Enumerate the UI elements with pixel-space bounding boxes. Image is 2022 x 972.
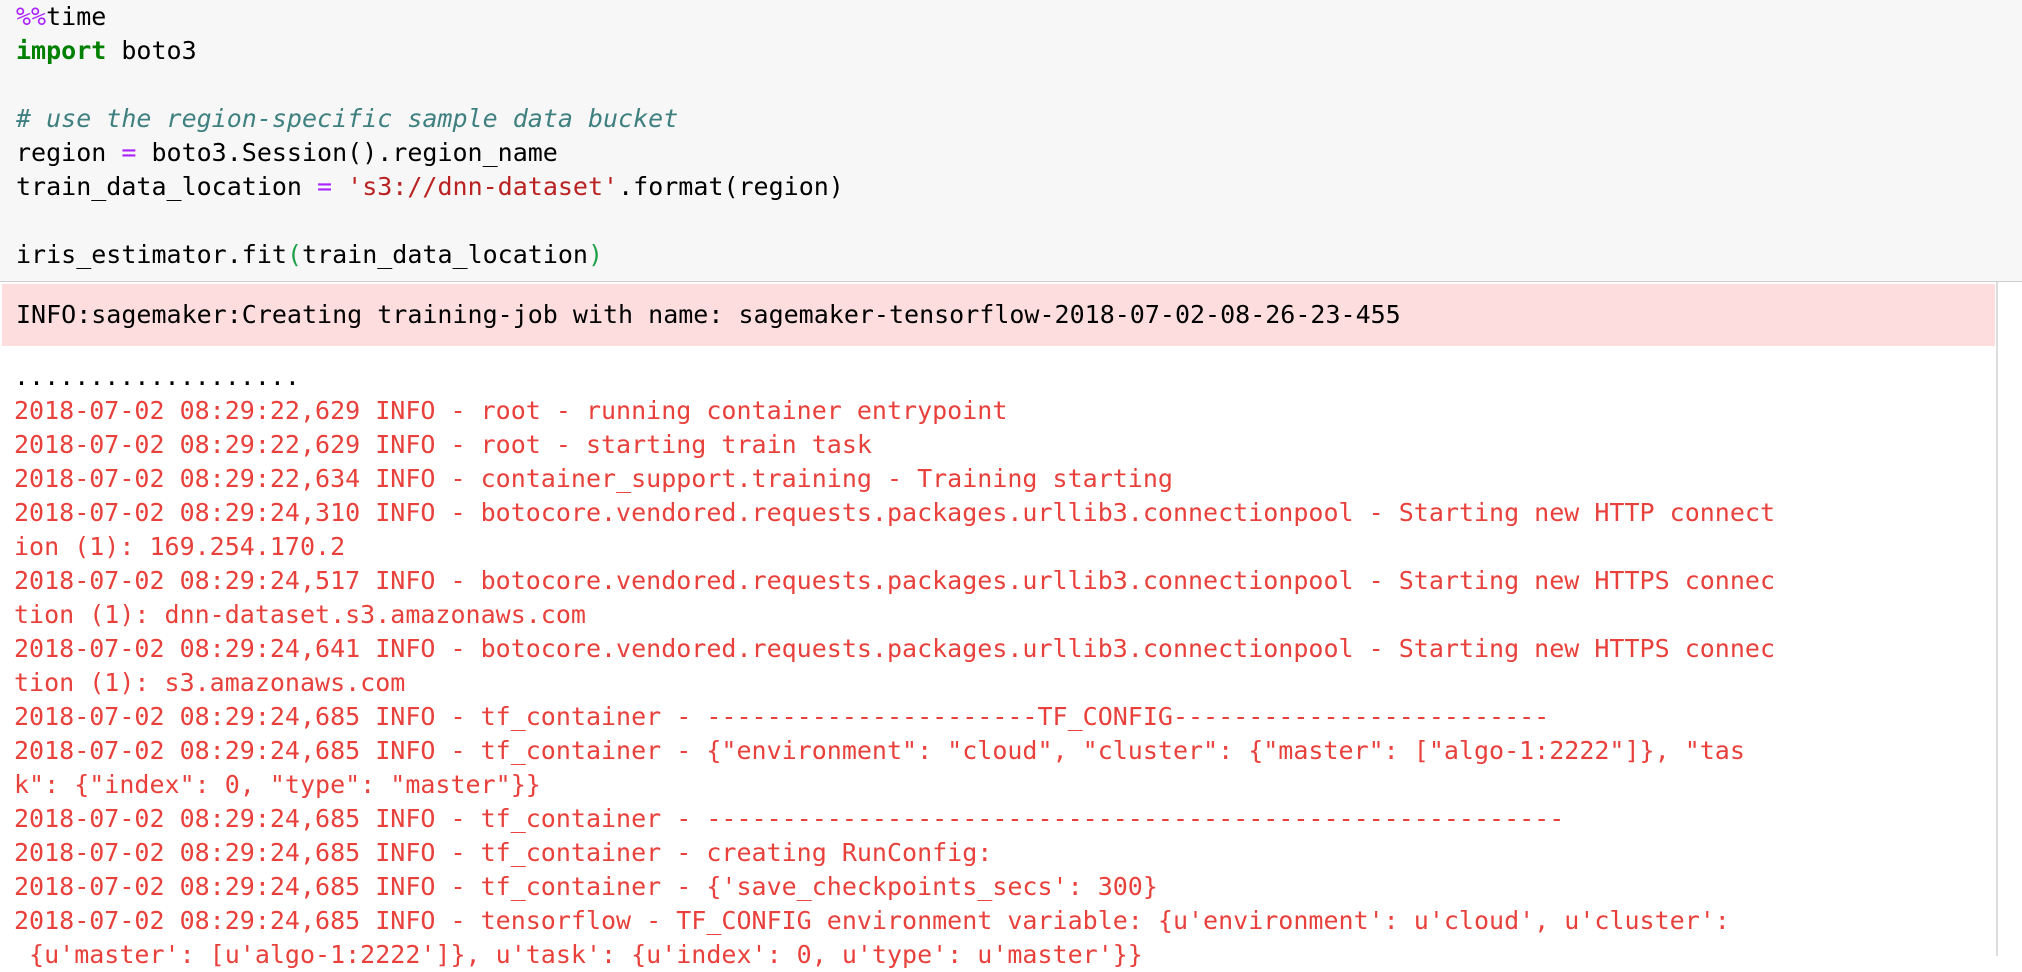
train-assign-op: = [317, 172, 333, 201]
train-string-literal: 's3://dnn-dataset' [347, 172, 619, 201]
import-keyword: import [16, 36, 107, 65]
region-rhs: boto3.Session().region_name [136, 138, 558, 167]
fit-call: iris_estimator.fit [16, 240, 287, 269]
log-line: 2018-07-02 08:29:22,634 INFO - container… [14, 464, 1173, 493]
stderr-line: INFO:sagemaker:Creating training-job wit… [16, 300, 1401, 329]
log-line: 2018-07-02 08:29:24,517 INFO - botocore.… [14, 566, 1775, 595]
log-line: 2018-07-02 08:29:24,685 INFO - tf_contai… [14, 702, 1550, 731]
code-line-fit: iris_estimator.fit(train_data_location) [16, 238, 603, 272]
log-line: 2018-07-02 08:29:24,685 INFO - tf_contai… [14, 804, 1565, 833]
log-line: 2018-07-02 08:29:22,629 INFO - root - ru… [14, 396, 1008, 425]
code-comment: # use the region-specific sample data bu… [16, 104, 679, 133]
region-lhs: region [16, 138, 122, 167]
code-line-region: region = boto3.Session().region_name [16, 136, 558, 170]
fit-open-paren: ( [286, 240, 302, 269]
train-rest: .format(region) [618, 172, 844, 201]
log-line: 2018-07-02 08:29:24,641 INFO - botocore.… [14, 634, 1775, 663]
magic-prefix: %% [16, 2, 47, 31]
import-module: boto3 [106, 36, 197, 65]
code-line-train-location: train_data_location = 's3://dnn-dataset'… [16, 170, 844, 204]
train-space [332, 172, 347, 201]
log-line: ion (1): 169.254.170.2 [14, 532, 346, 561]
log-line: tion (1): dnn-dataset.s3.amazonaws.com [14, 600, 586, 629]
log-line: 2018-07-02 08:29:24,685 INFO - tf_contai… [14, 736, 1745, 765]
log-line: {u'master': [u'algo-1:2222']}, u'task': … [14, 940, 1143, 969]
log-line: 2018-07-02 08:29:24,685 INFO - tensorflo… [14, 906, 1730, 935]
log-line: 2018-07-02 08:29:24,310 INFO - botocore.… [14, 498, 1775, 527]
log-line: 2018-07-02 08:29:22,629 INFO - root - st… [14, 430, 872, 459]
log-line: 2018-07-02 08:29:24,685 INFO - tf_contai… [14, 872, 1158, 901]
stderr-output: INFO:sagemaker:Creating training-job wit… [2, 284, 1995, 346]
output-scrollbar[interactable] [1996, 282, 2022, 956]
log-line: 2018-07-02 08:29:24,685 INFO - tf_contai… [14, 838, 993, 867]
code-input-cell[interactable]: %%time import boto3 # use the region-spe… [0, 0, 2022, 282]
fit-arg: train_data_location [302, 240, 588, 269]
region-assign-op: = [121, 138, 137, 167]
fit-close-paren: ) [587, 240, 604, 269]
progress-dots: ................... [14, 362, 300, 391]
code-line-import: import boto3 [16, 34, 197, 68]
log-line: k": {"index": 0, "type": "master"}} [14, 770, 541, 799]
train-lhs: train_data_location [16, 172, 318, 201]
code-line-magic: %%time [16, 0, 106, 34]
log-line: tion (1): s3.amazonaws.com [14, 668, 406, 697]
magic-name: time [46, 2, 107, 31]
